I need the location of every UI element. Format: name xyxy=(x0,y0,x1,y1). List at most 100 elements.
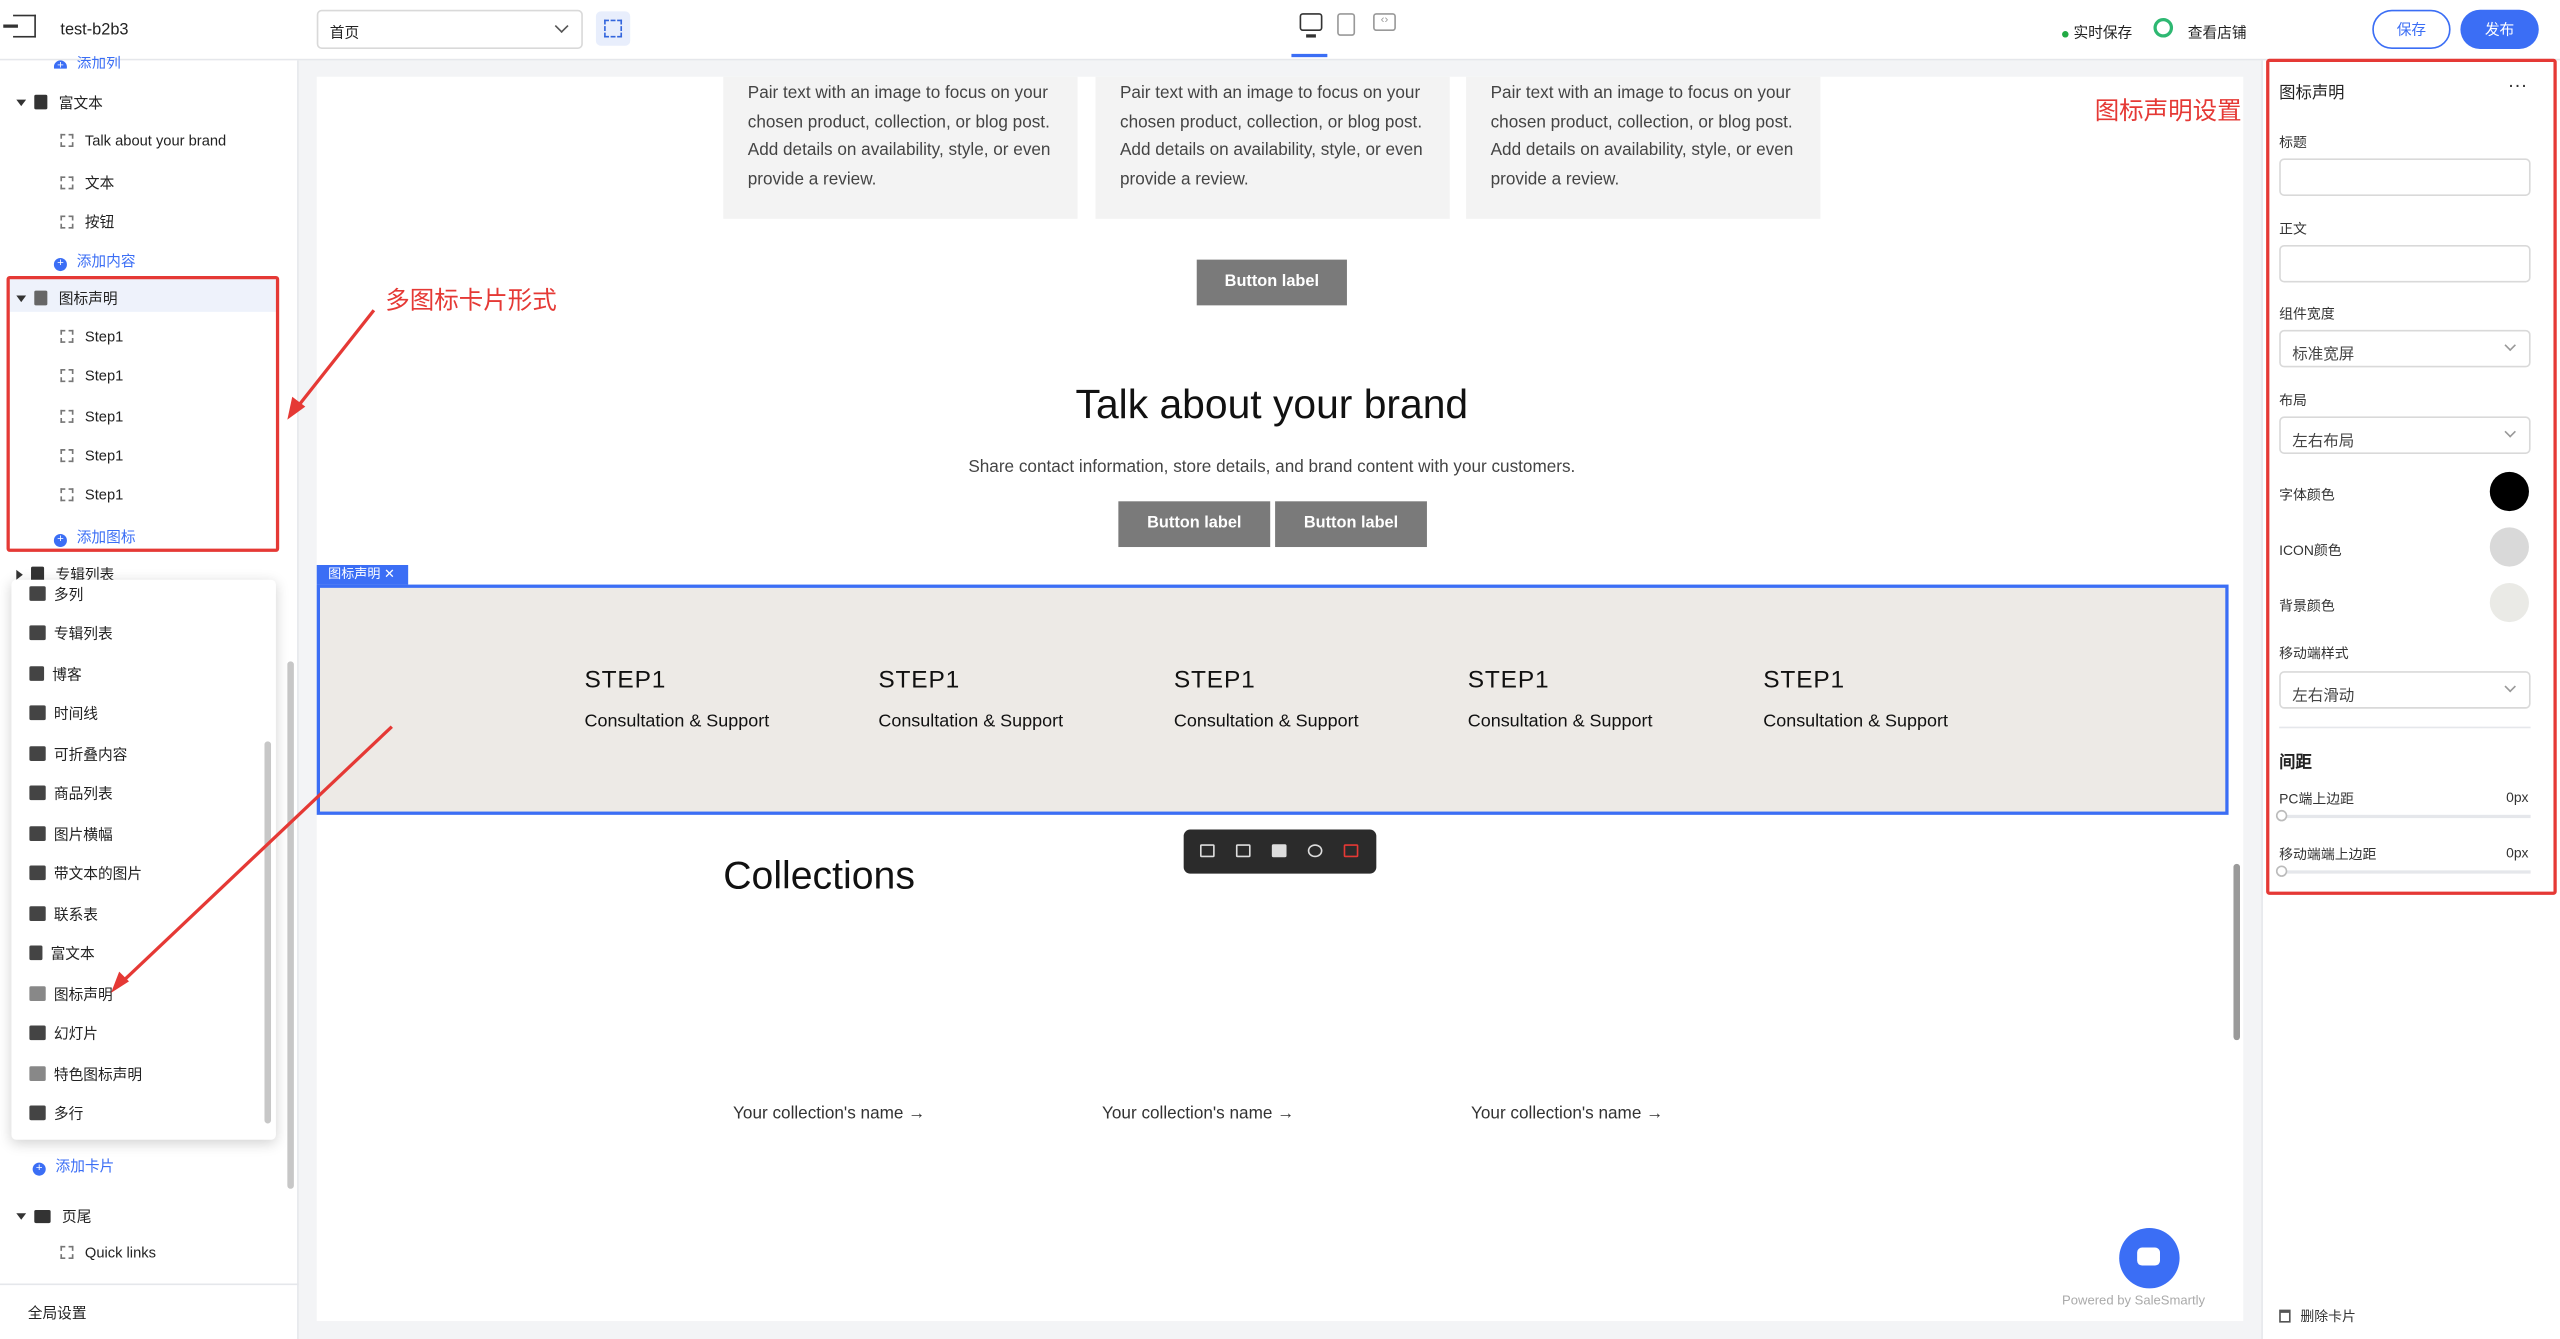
tree-item[interactable]: Talk about your brand xyxy=(60,132,226,149)
delete-icon[interactable] xyxy=(1343,844,1359,858)
desktop-view-icon[interactable] xyxy=(1299,13,1323,37)
add-content-link[interactable]: + 添加内容 xyxy=(53,250,136,272)
close-icon[interactable]: ✕ xyxy=(380,567,395,582)
product-list-icon xyxy=(29,785,46,801)
brand-subtitle: Share contact information, store details… xyxy=(968,457,1576,477)
footer-icon xyxy=(34,1210,51,1224)
block-icon xyxy=(60,176,74,190)
step-title: STEP1 xyxy=(584,666,667,694)
caret-down-icon xyxy=(16,99,27,107)
active-view-indicator xyxy=(1291,53,1328,58)
live-save-status: 实时保存 xyxy=(2062,21,2132,42)
brand-title: Talk about your brand xyxy=(1075,382,1469,428)
menu-item[interactable]: 图标声明 xyxy=(29,983,113,1004)
global-settings-link[interactable]: 全局设置 xyxy=(28,1301,87,1322)
add-card-link[interactable]: + 添加卡片 xyxy=(32,1154,114,1176)
page-select-value: 首页 xyxy=(329,24,360,41)
section-tag: 图标声明 ✕ xyxy=(316,564,409,585)
move-down-icon[interactable] xyxy=(1235,844,1251,858)
tree-footer[interactable]: 页尾 xyxy=(16,1205,91,1226)
hide-icon[interactable] xyxy=(1307,844,1323,858)
preview-canvas: Pair text with an image to focus on your… xyxy=(316,76,2244,1322)
tablet-view-icon[interactable] xyxy=(1337,13,1356,36)
section-toolbar xyxy=(1183,829,1377,874)
sidebar-scrollbar[interactable] xyxy=(287,661,294,1189)
step-card: STEP1 Consultation & Support xyxy=(1174,666,1452,731)
document-icon xyxy=(29,945,43,961)
caret-down-icon xyxy=(16,1213,27,1220)
step-desc: Consultation & Support xyxy=(1467,711,1653,732)
text-card: Pair text with an image to focus on your… xyxy=(1466,76,1821,219)
banner-icon xyxy=(29,826,46,841)
menu-item[interactable]: 博客 xyxy=(29,663,82,684)
step-card: STEP1 Consultation & Support xyxy=(584,666,862,731)
tree-rich-text[interactable]: 富文本 xyxy=(16,91,103,112)
menu-item[interactable]: 幻灯片 xyxy=(29,1022,98,1043)
trash-icon xyxy=(2279,1309,2291,1323)
step-title: STEP1 xyxy=(1173,666,1256,694)
featured-icon xyxy=(29,1066,46,1081)
step-title: STEP1 xyxy=(1763,666,1845,694)
section-icon xyxy=(29,586,46,601)
menu-item[interactable]: 联系表 xyxy=(29,903,98,924)
add-column-link[interactable]: + 添加列 xyxy=(53,52,121,69)
delete-card-button[interactable]: 删除卡片 xyxy=(2279,1306,2356,1326)
code-view-icon[interactable]: ‹› xyxy=(1373,13,1396,32)
menu-item[interactable]: 带文本的图片 xyxy=(29,862,142,883)
step-desc: Consultation & Support xyxy=(878,711,1064,732)
menu-item[interactable]: 多行 xyxy=(29,1102,83,1123)
publish-button[interactable]: 发布 xyxy=(2460,9,2539,49)
text-card: Pair text with an image to focus on your… xyxy=(1095,76,1450,219)
menu-item[interactable]: 专辑列表 xyxy=(29,622,113,643)
annotation-highlight-box xyxy=(6,275,280,552)
add-section-menu: 多列 专辑列表 博客 时间线 可折叠内容 商品列表 图片横幅 带文本的图片 联系… xyxy=(11,579,276,1140)
menu-item[interactable]: 富文本 xyxy=(29,942,95,963)
step-card: STEP1 Consultation & Support xyxy=(878,666,1156,731)
store-icon[interactable] xyxy=(2153,17,2174,38)
button-label[interactable]: Button label xyxy=(1118,501,1271,548)
save-button[interactable]: 保存 xyxy=(2372,9,2451,49)
button-label[interactable]: Button label xyxy=(1275,501,1427,548)
button-label[interactable]: Button label xyxy=(1196,259,1347,306)
chevron-down-icon xyxy=(554,19,569,34)
plus-icon: + xyxy=(53,60,67,69)
multirow-icon xyxy=(29,1105,46,1121)
element-picker-icon[interactable] xyxy=(595,11,631,46)
block-icon xyxy=(60,215,74,229)
block-icon xyxy=(60,133,74,147)
move-up-icon[interactable] xyxy=(1199,844,1215,858)
slideshow-icon xyxy=(29,1025,46,1041)
page-select[interactable]: 首页 xyxy=(316,9,583,49)
menu-item[interactable]: 时间线 xyxy=(29,702,98,723)
divider xyxy=(0,1283,299,1286)
menu-item[interactable]: 多列 xyxy=(29,583,83,604)
menu-item[interactable]: 商品列表 xyxy=(29,782,113,803)
collection-link[interactable]: Your collection's name → xyxy=(1102,1104,1294,1124)
timeline-icon xyxy=(29,705,46,721)
collection-link[interactable]: Your collection's name → xyxy=(1471,1104,1663,1124)
step-card: STEP1 Consultation & Support xyxy=(1468,666,1746,731)
view-store-link[interactable]: 查看店铺 xyxy=(2188,21,2247,42)
album-icon xyxy=(29,625,46,641)
collapsible-icon xyxy=(29,746,46,761)
annotation-left: 多图标卡片形式 xyxy=(385,287,557,316)
menu-item[interactable]: 可折叠内容 xyxy=(29,743,127,764)
tree-item[interactable]: 文本 xyxy=(60,171,114,192)
contact-form-icon xyxy=(29,906,46,921)
menu-scrollbar[interactable] xyxy=(264,741,272,1124)
menu-item[interactable]: 图片横幅 xyxy=(29,823,113,844)
chat-widget-icon[interactable] xyxy=(2119,1227,2180,1289)
image-icon xyxy=(29,986,46,1001)
collection-link[interactable]: Your collection's name → xyxy=(733,1104,925,1124)
icon-statement-section[interactable]: STEP1 Consultation & Support STEP1 Consult… xyxy=(316,584,2229,815)
menu-item[interactable]: 特色图标声明 xyxy=(29,1063,142,1084)
canvas-scrollbar[interactable] xyxy=(2233,863,2240,1041)
blog-icon xyxy=(29,666,45,681)
tree-item[interactable]: 按钮 xyxy=(60,211,114,232)
top-bar: test-b2b3 首页 ‹› 实时保存 查看店铺 保存 发布 xyxy=(0,0,2560,61)
step-card: STEP1 Consultation & Support xyxy=(1763,666,2041,731)
tree-item[interactable]: Quick links xyxy=(60,1244,156,1261)
duplicate-icon[interactable] xyxy=(1271,844,1287,858)
step-desc: Consultation & Support xyxy=(584,711,770,732)
caret-right-icon xyxy=(16,569,23,580)
